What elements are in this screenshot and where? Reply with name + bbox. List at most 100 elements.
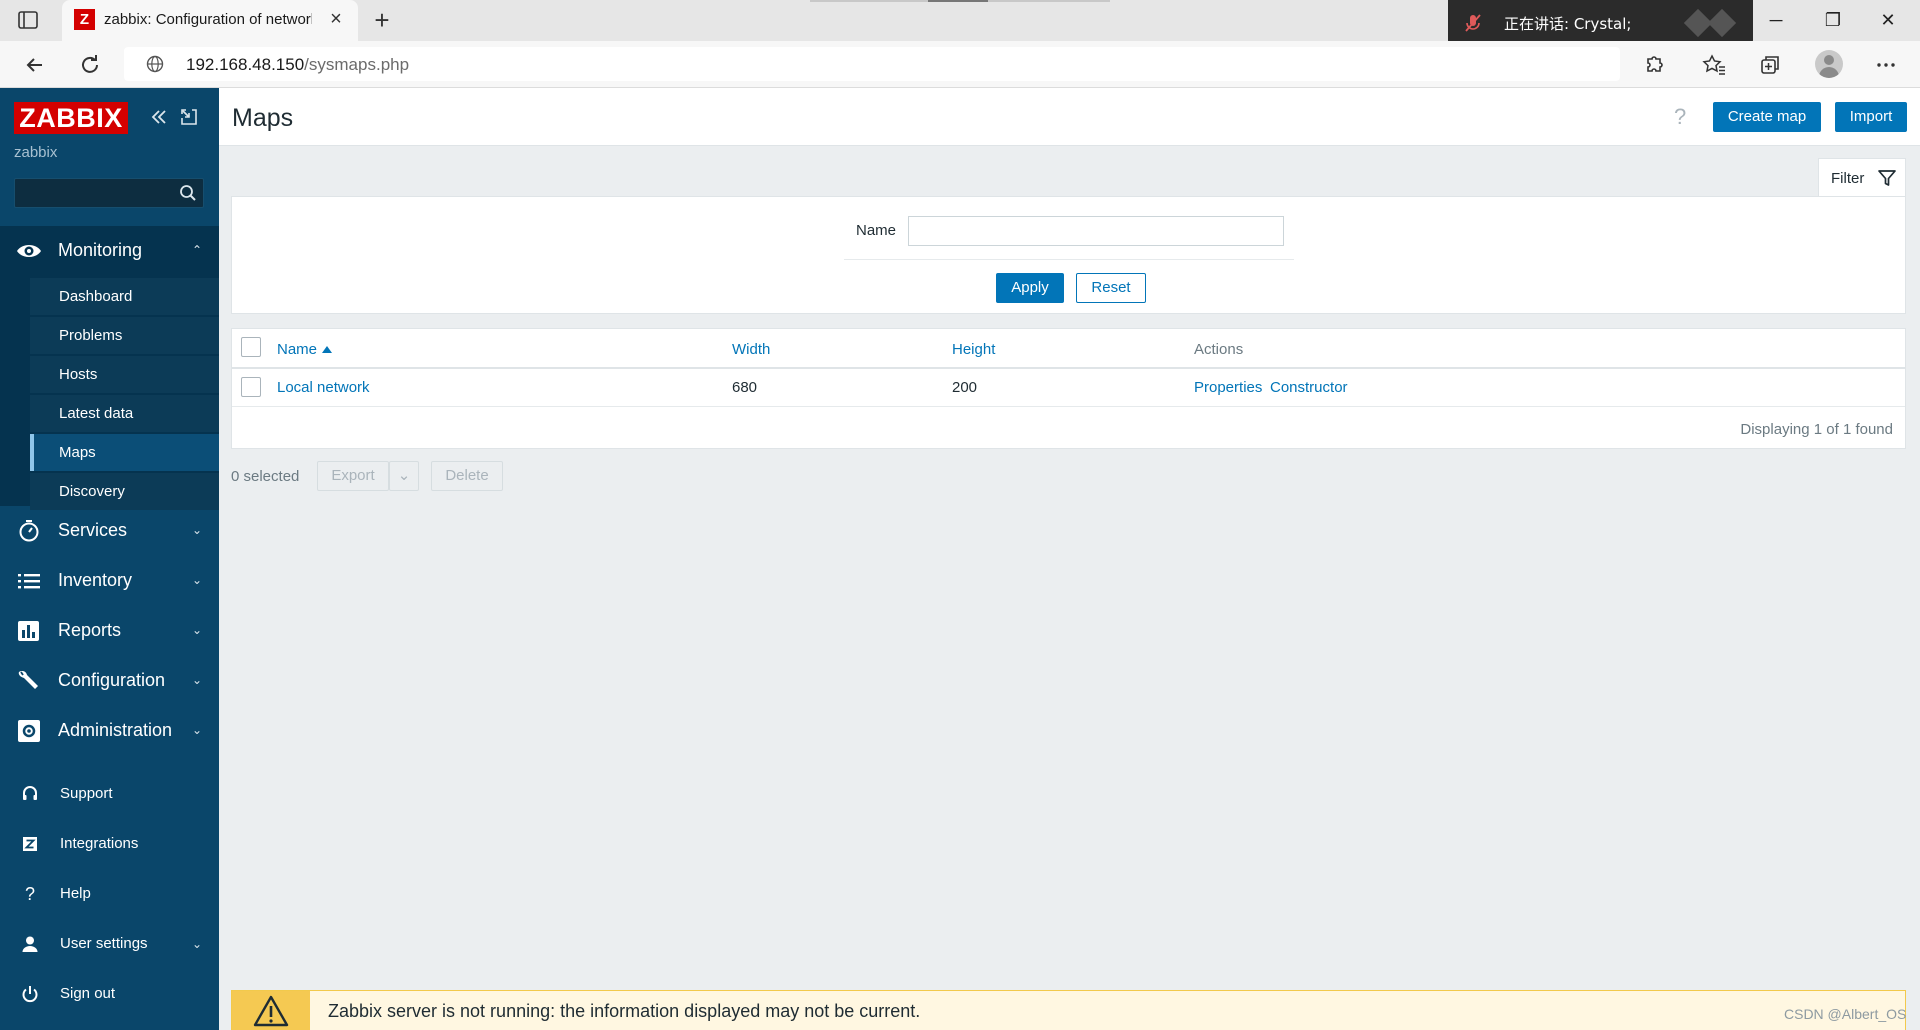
sidebar-item-services[interactable]: Services ⌄ [0, 506, 219, 556]
import-button[interactable]: Import [1835, 102, 1907, 132]
new-tab-icon[interactable]: + [368, 7, 396, 35]
page-title: Maps [232, 104, 294, 132]
filter-tab[interactable]: Filter [1818, 158, 1906, 196]
map-height-cell: 200 [952, 379, 978, 396]
close-window-icon[interactable]: ✕ [1872, 6, 1904, 34]
map-name-link[interactable]: Local network [277, 379, 370, 396]
sidebar-username: zabbix [14, 144, 58, 161]
tab-actions-icon[interactable] [16, 9, 40, 31]
sort-ascending-icon [322, 346, 333, 353]
sidebar-item-support[interactable]: Support [0, 774, 219, 814]
collections-icon[interactable] [1756, 51, 1784, 79]
sidebar-item-label: Sign out [60, 985, 116, 1002]
reset-button[interactable]: Reset [1076, 273, 1146, 303]
sidebar-item-problems[interactable]: Problems [30, 317, 219, 354]
page-header: Maps ? Create map Import [219, 88, 1920, 146]
zabbix-favicon-icon: Z [74, 9, 95, 30]
chevron-down-icon: ⌄ [191, 523, 203, 537]
chevron-down-icon: ⌄ [191, 673, 203, 687]
power-icon [20, 984, 40, 1004]
sidebar-item-label: Monitoring [58, 240, 143, 260]
globe-icon [146, 55, 164, 73]
minimize-window-icon[interactable]: ─ [1760, 6, 1792, 34]
favorites-icon[interactable] [1700, 51, 1728, 79]
map-width-cell: 680 [732, 379, 758, 396]
export-button[interactable]: Export [317, 461, 389, 491]
url-path: /sysmaps.php [304, 55, 410, 74]
help-icon[interactable]: ? [1674, 104, 1686, 130]
column-header-height[interactable]: Height [952, 341, 995, 358]
more-menu-icon[interactable] [1872, 51, 1900, 79]
collapse-sidebar-icon[interactable] [148, 106, 170, 128]
close-tab-icon[interactable]: × [324, 7, 348, 31]
create-map-button[interactable]: Create map [1713, 102, 1821, 132]
properties-link[interactable]: Properties [1194, 379, 1262, 396]
profile-avatar-icon[interactable] [1815, 50, 1843, 78]
reload-icon[interactable] [75, 50, 105, 80]
headset-icon [20, 784, 40, 804]
sidebar-item-discovery[interactable]: Discovery [30, 473, 219, 510]
server-warning-banner: Zabbix server is not running: the inform… [231, 990, 1906, 1030]
sidebar-item-user-settings[interactable]: User settings ⌄ [0, 924, 219, 964]
sidebar-item-dashboard[interactable]: Dashboard [30, 278, 219, 315]
constructor-link[interactable]: Constructor [1270, 379, 1348, 396]
sidebar-item-inventory[interactable]: Inventory ⌄ [0, 556, 219, 606]
apply-button[interactable]: Apply [996, 273, 1064, 303]
delete-button[interactable]: Delete [431, 461, 503, 491]
filter-tab-label: Filter [1831, 170, 1865, 187]
voice-call-text: 正在讲话: Crystal; [1504, 15, 1632, 33]
sidebar-item-configuration[interactable]: Configuration ⌄ [0, 656, 219, 706]
gear-icon [16, 719, 42, 743]
back-arrow-icon[interactable] [20, 50, 50, 80]
selected-count: 0 selected [231, 468, 300, 485]
select-all-checkbox[interactable] [241, 337, 261, 357]
user-icon [20, 934, 40, 954]
chevron-down-icon: ⌄ [191, 723, 203, 737]
name-filter-input[interactable] [908, 216, 1284, 246]
chevron-down-icon: ⌄ [191, 573, 203, 587]
search-icon[interactable] [179, 184, 197, 202]
table-row: Local network 680 200 Properties Constru… [232, 369, 1905, 407]
sidebar-item-help[interactable]: ? Help [0, 874, 219, 914]
sidebar-item-maps[interactable]: Maps [30, 434, 219, 471]
sidebar-item-reports[interactable]: Reports ⌄ [0, 606, 219, 656]
browser-tab[interactable]: Z zabbix: Configuration of network maps … [62, 0, 358, 41]
browser-address-bar: 192.168.48.150/sysmaps.php [0, 41, 1920, 88]
sidebar-item-administration[interactable]: Administration ⌄ [0, 706, 219, 756]
extensions-icon[interactable] [1640, 51, 1668, 79]
sidebar-item-latest-data[interactable]: Latest data [30, 395, 219, 432]
name-filter-label: Name [856, 222, 897, 239]
sidebar-item-label: User settings [60, 935, 148, 952]
url-field[interactable]: 192.168.48.150/sysmaps.php [124, 47, 1620, 81]
filter-divider [844, 259, 1294, 260]
restore-window-icon[interactable]: ❐ [1817, 6, 1849, 34]
timer-icon [16, 519, 42, 543]
zabbix-logo[interactable]: ZABBIX [14, 102, 128, 134]
sidebar-item-label: Support [60, 785, 113, 802]
sidebar-item-monitoring[interactable]: Monitoring ⌃ [0, 226, 219, 276]
warning-message: Zabbix server is not running: the inform… [328, 1001, 921, 1021]
column-header-label: Name [277, 341, 318, 358]
column-header-name[interactable]: Name [277, 341, 333, 358]
chevron-down-icon: ⌄ [191, 937, 203, 951]
list-icon [16, 569, 42, 593]
zabbix-integrations-icon [20, 834, 40, 854]
paging-summary: Displaying 1 of 1 found [1740, 421, 1893, 438]
sidebar-item-label: Inventory [58, 570, 133, 590]
speaker-avatar-icon [1707, 8, 1737, 38]
kiosk-mode-icon[interactable] [178, 106, 200, 128]
sidebar-search-input[interactable] [14, 178, 204, 208]
export-dropdown-chevron-icon[interactable]: ⌄ [389, 461, 419, 491]
sidebar-item-hosts[interactable]: Hosts [30, 356, 219, 393]
question-icon: ? [24, 884, 35, 904]
sidebar-item-integrations[interactable]: Integrations [0, 824, 219, 864]
watermark: CSDN @Albert_OS [1784, 1006, 1907, 1022]
sidebar-item-label: Administration [58, 720, 173, 740]
voice-call-indicator: 正在讲话: Crystal; [1448, 0, 1753, 46]
sidebar-item-label: Integrations [60, 835, 139, 852]
sidebar-item-sign-out[interactable]: Sign out [0, 974, 219, 1014]
maps-table: Name Width Height Actions Local network … [231, 328, 1906, 449]
column-header-width[interactable]: Width [732, 341, 770, 358]
tab-strip-scroll-thumb [928, 0, 988, 2]
row-checkbox[interactable] [241, 377, 261, 397]
